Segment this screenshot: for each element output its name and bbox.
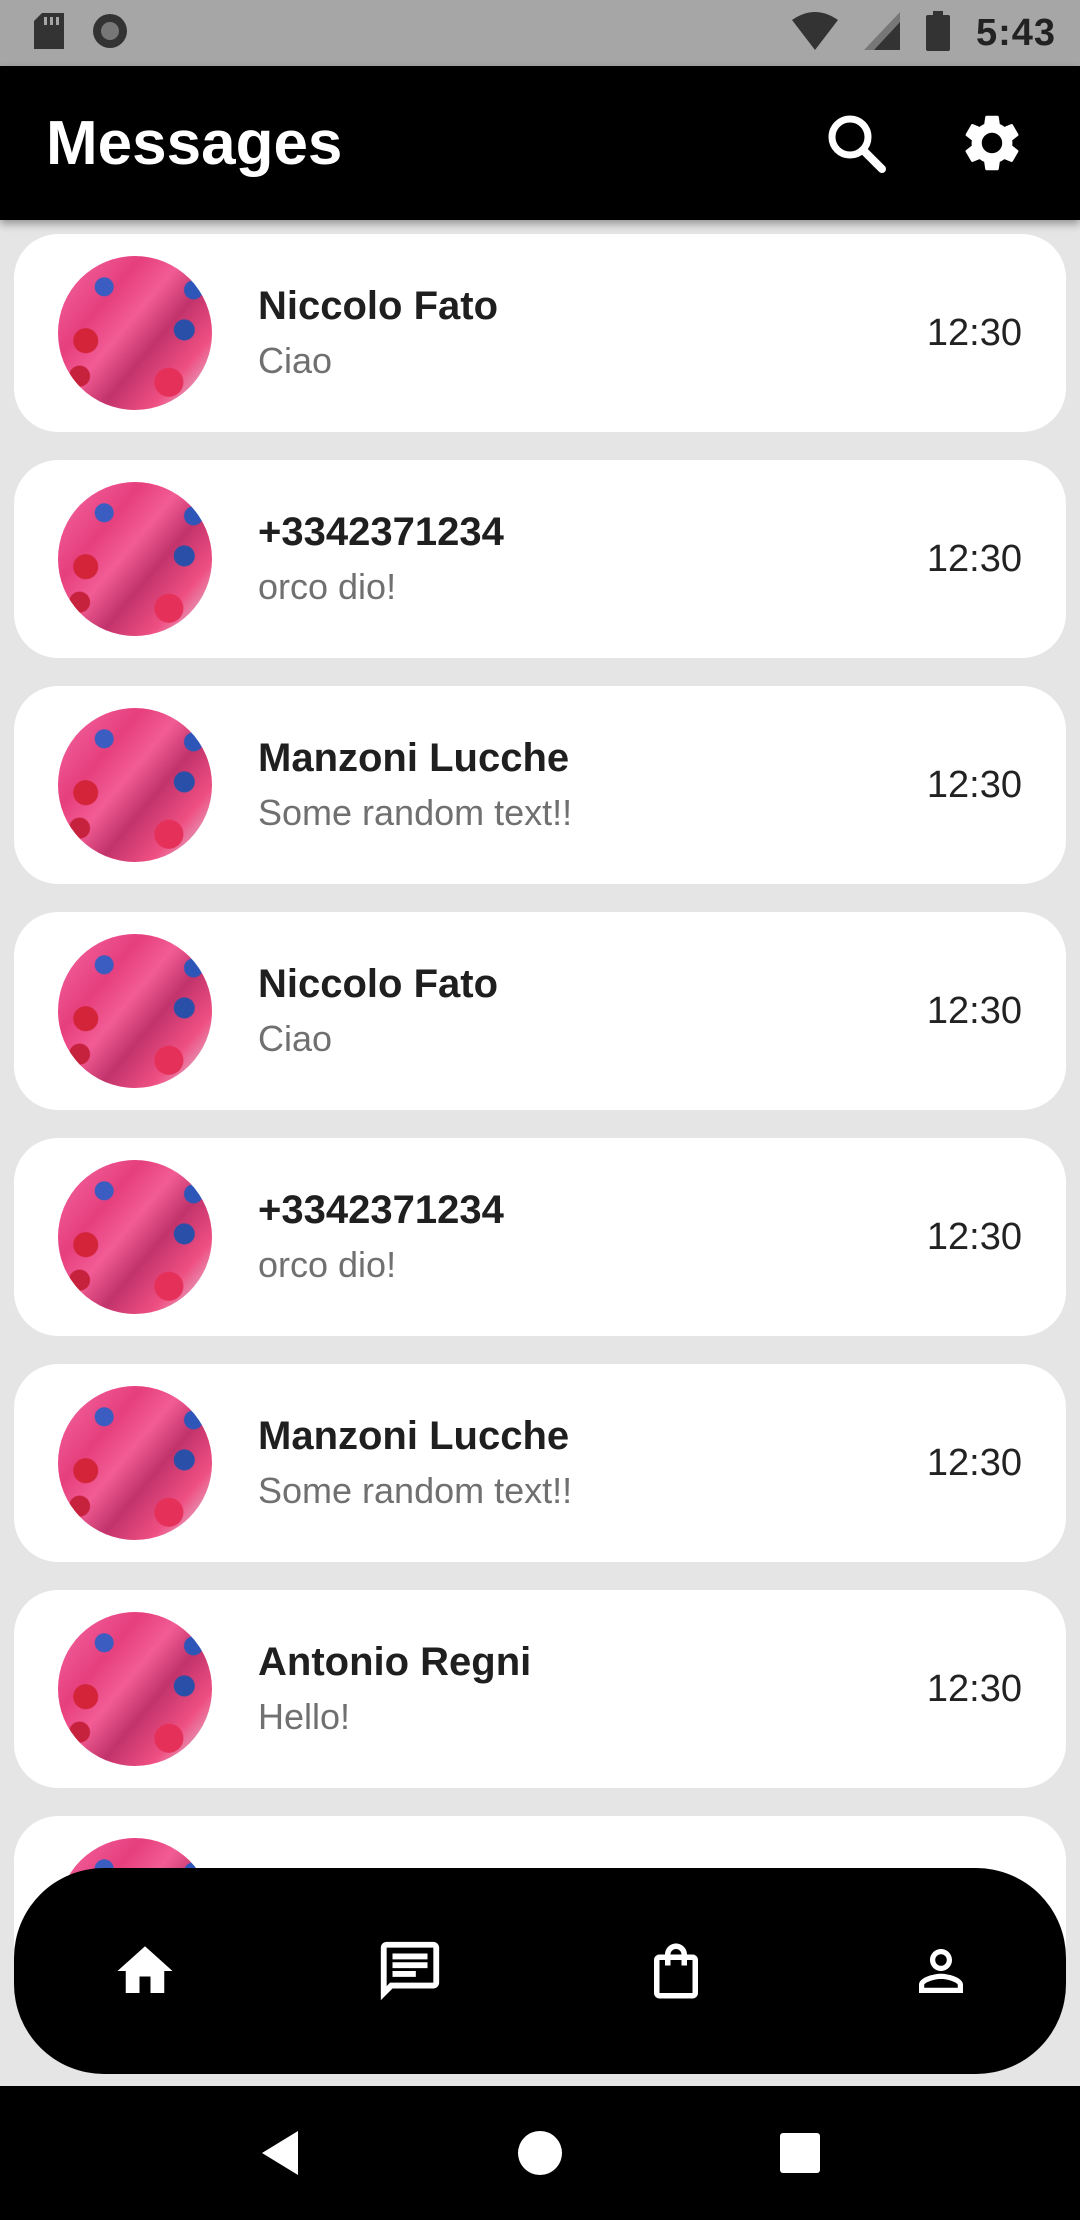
back-icon <box>262 2131 298 2175</box>
settings-gear-icon <box>965 115 1019 171</box>
avatar <box>58 482 212 636</box>
avatar <box>58 1612 212 1766</box>
message-preview: Ciao <box>258 1018 333 1059</box>
conversation-item[interactable]: +3342371234 orco dio! 12:30 <box>14 460 1066 658</box>
cell-signal-icon <box>863 11 900 55</box>
conversation-item[interactable]: Niccolo Fato Ciao 12:30 <box>14 912 1066 1110</box>
avatar <box>58 708 212 862</box>
profile-icon <box>918 1949 963 1993</box>
system-recents-button[interactable] <box>765 2118 835 2188</box>
system-home-button[interactable] <box>505 2118 575 2188</box>
conversation-item[interactable]: Manzoni Lucche Some random text!! 12:30 <box>14 686 1066 884</box>
home-circle-icon <box>518 2131 562 2175</box>
contact-name: Niccolo Fato <box>258 962 499 1006</box>
contact-name: Manzoni Lucche <box>258 736 570 780</box>
contact-name: Manzoni Lucche <box>258 1414 570 1458</box>
sd-card-icon <box>34 12 64 54</box>
avatar <box>58 1386 212 1540</box>
nav-profile[interactable] <box>896 1926 986 2016</box>
contact-name: +3342371234 <box>258 1188 504 1232</box>
shopping-bag-icon <box>653 1943 698 1999</box>
status-bar: 5:43 <box>0 0 1080 66</box>
recents-square-icon <box>780 2133 820 2173</box>
wifi-icon <box>791 11 838 55</box>
message-preview: Hello! <box>258 1696 351 1737</box>
chat-icon <box>381 1941 440 2001</box>
page-title: Messages <box>46 108 343 178</box>
message-time: 12:30 <box>926 763 1022 806</box>
nav-home[interactable] <box>100 1926 190 2016</box>
contact-name: +3342371234 <box>258 510 504 554</box>
message-time: 12:30 <box>926 537 1022 580</box>
message-preview: Ciao <box>258 340 333 381</box>
conversation-item[interactable]: +3342371234 orco dio! 12:30 <box>14 1138 1066 1336</box>
app-bar: Messages <box>0 66 1080 220</box>
search-icon <box>828 115 886 173</box>
avatar <box>58 934 212 1088</box>
conversation-item[interactable]: Niccolo Fato Ciao 12:30 <box>14 234 1066 432</box>
bottom-navigation <box>14 1868 1066 2074</box>
system-back-button[interactable] <box>245 2118 315 2188</box>
conversation-item[interactable]: Antonio Regni Hello! 12:30 <box>14 1590 1066 1788</box>
status-time: 5:43 <box>975 11 1056 54</box>
avatar <box>58 256 212 410</box>
conversation-item[interactable]: Manzoni Lucche Some random text!! 12:30 <box>14 1364 1066 1562</box>
nav-shop[interactable] <box>631 1926 721 2016</box>
message-preview: Some random text!! <box>258 792 573 833</box>
message-time: 12:30 <box>926 1441 1022 1484</box>
settings-button[interactable] <box>956 107 1028 179</box>
message-preview: orco dio! <box>258 566 397 607</box>
message-time: 12:30 <box>926 1215 1022 1258</box>
system-navigation-bar <box>0 2086 1080 2220</box>
nav-messages[interactable] <box>365 1926 455 2016</box>
message-time: 12:30 <box>926 1667 1022 1710</box>
home-icon <box>117 1946 173 1993</box>
conversation-list[interactable]: Niccolo Fato Ciao 12:30 +3342371234 orco… <box>14 234 1066 2086</box>
record-icon <box>90 11 130 56</box>
contact-name: Niccolo Fato <box>258 284 499 328</box>
contact-name: Antonio Regni <box>258 1640 532 1684</box>
battery-icon <box>925 10 950 56</box>
search-button[interactable] <box>820 107 892 179</box>
message-preview: orco dio! <box>258 1244 397 1285</box>
message-preview: Some random text!! <box>258 1470 573 1511</box>
avatar <box>58 1160 212 1314</box>
message-time: 12:30 <box>926 989 1022 1032</box>
message-time: 12:30 <box>926 311 1022 354</box>
